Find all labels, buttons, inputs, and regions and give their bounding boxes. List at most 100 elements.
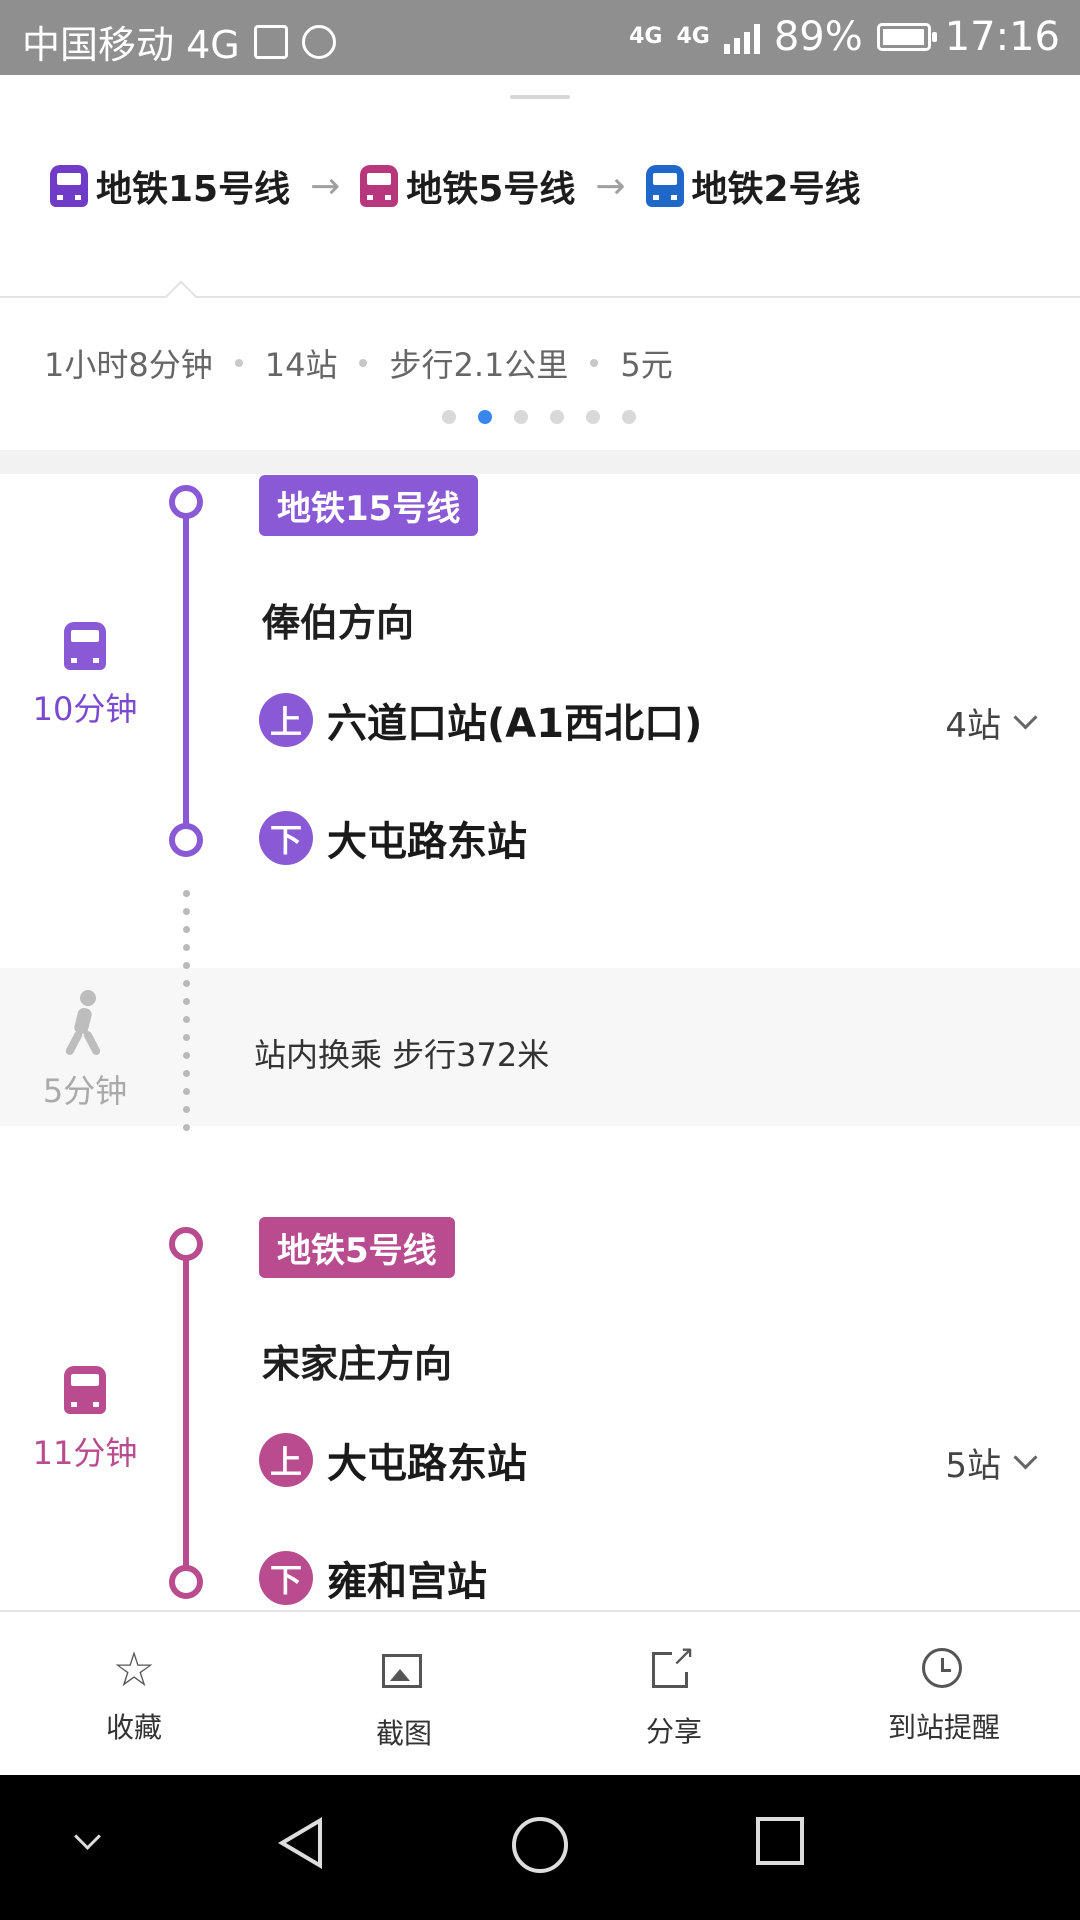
line-badge: 地铁15号线: [259, 475, 479, 536]
image-icon: [382, 1654, 426, 1698]
chevron-down-icon: [1013, 1445, 1038, 1470]
separator-dot: [590, 359, 599, 367]
boarding-station: 上 六道口站(A1西北口): [259, 691, 702, 749]
battery-percent: 89%: [773, 14, 863, 60]
image-notification-icon: [253, 24, 288, 59]
alighting-station: 下 大屯路东站: [259, 809, 527, 867]
station-node: [169, 1227, 203, 1261]
share-button[interactable]: 分享: [574, 1639, 774, 1750]
stop-count: 5站: [945, 1446, 1001, 1486]
line-badge: 地铁5号线: [259, 1217, 455, 1278]
fare: 5元: [620, 346, 673, 384]
walk-time: 5分钟: [15, 990, 155, 1112]
clock: 17:16: [944, 14, 1060, 60]
walk-time-label: 5分钟: [42, 1072, 128, 1110]
status-left: 中国移动 4G: [22, 14, 336, 69]
chevron-down-icon: [1013, 705, 1038, 730]
arrival-alert-label: 到站提醒: [887, 1711, 1000, 1744]
subway-icon: [64, 1366, 106, 1414]
subway-icon: [645, 165, 684, 207]
data-transfer-icon: [301, 24, 336, 59]
divider: [0, 296, 1080, 298]
recent-apps-icon[interactable]: [756, 1817, 804, 1865]
station-node: [169, 823, 203, 857]
arrival-alert-button[interactable]: 到站提醒: [844, 1648, 1044, 1746]
ride-time: 10分钟: [15, 622, 155, 730]
stops-expander[interactable]: 4站: [945, 698, 1038, 747]
station-node: [169, 1565, 203, 1599]
arrow-right-icon: →: [310, 165, 341, 207]
subway-icon: [360, 165, 399, 207]
status-bar: 中国移动 4G 4G 4G 89% 17:16: [0, 0, 1080, 75]
sheet-drag-handle[interactable]: [510, 95, 570, 99]
total-stops: 14站: [264, 346, 338, 384]
pager-dot[interactable]: [550, 410, 564, 424]
segment-line: [183, 1260, 189, 1584]
favorite-button[interactable]: ☆ 收藏: [34, 1642, 234, 1746]
ride-time-label: 11分钟: [32, 1434, 138, 1472]
station-node: [169, 485, 203, 519]
pager-dot[interactable]: [514, 410, 528, 424]
subway-icon: [50, 165, 88, 207]
pager-dot[interactable]: [622, 410, 636, 424]
system-nav-bar: [0, 1775, 1080, 1920]
stop-count: 4站: [945, 706, 1001, 746]
route-line-label: 地铁5号线: [406, 169, 576, 210]
screenshot-button[interactable]: 截图: [304, 1648, 504, 1752]
separator-dot: [359, 359, 368, 367]
route-line-label: 地铁2号线: [691, 169, 861, 210]
route-lines: 地铁15号线 → 地铁5号线 → 地铁2号线: [50, 160, 861, 212]
direction-label: 俸伯方向: [262, 601, 415, 645]
board-mark: 上: [259, 693, 313, 747]
total-duration: 1小时8分钟: [44, 346, 213, 384]
boarding-station: 上 大屯路东站: [259, 1431, 527, 1489]
arrow-right-icon: →: [595, 165, 626, 207]
home-icon[interactable]: [512, 1817, 568, 1873]
pager-dot-active[interactable]: [478, 410, 492, 424]
pager-dot[interactable]: [442, 410, 456, 424]
signal-icon: [723, 20, 760, 54]
route-line-chip: 地铁5号线: [360, 160, 575, 212]
favorite-label: 收藏: [105, 1711, 162, 1744]
separator-dot: [234, 359, 243, 367]
hide-nav-icon[interactable]: [74, 1823, 101, 1850]
carrier-label: 中国移动 4G: [22, 23, 240, 67]
alight-mark: 下: [259, 1551, 313, 1605]
tab-pointer: [165, 280, 197, 312]
subway-icon: [64, 622, 106, 670]
walk-distance: 步行2.1公里: [389, 346, 569, 384]
route-summary: 1小时8分钟 14站 步行2.1公里 5元: [44, 340, 673, 386]
alarm-clock-icon: [922, 1648, 966, 1692]
walk-dotted-line: [183, 890, 190, 1142]
share-icon: [652, 1639, 696, 1696]
share-label: 分享: [645, 1715, 702, 1748]
station-name: 六道口站(A1西北口): [327, 701, 703, 747]
star-icon: ☆: [112, 1642, 156, 1698]
transfer-text: 站内换乘 步行372米: [254, 1036, 550, 1074]
network-type-2: 4G: [676, 24, 710, 49]
alight-mark: 下: [259, 811, 313, 865]
station-name: 大屯路东站: [327, 1441, 527, 1487]
pager-dot[interactable]: [586, 410, 600, 424]
route-line-chip: 地铁15号线: [50, 160, 290, 212]
ride-time: 11分钟: [15, 1366, 155, 1474]
station-name: 大屯路东站: [327, 819, 527, 865]
walking-person-icon: [62, 990, 108, 1057]
ride-time-label: 10分钟: [32, 690, 138, 728]
battery-icon: [876, 23, 937, 51]
station-name: 雍和宫站: [327, 1559, 487, 1605]
section-gap: [0, 450, 1080, 474]
stops-expander[interactable]: 5站: [945, 1438, 1038, 1487]
alighting-station: 下 雍和宫站: [259, 1549, 487, 1607]
action-bar: ☆ 收藏 截图 分享 到站提醒: [0, 1610, 1080, 1777]
screenshot-label: 截图: [375, 1717, 432, 1750]
status-right: 4G 4G 89% 17:16: [629, 14, 1060, 60]
route-line-label: 地铁15号线: [96, 169, 291, 210]
back-icon-inner: [286, 1824, 318, 1862]
direction-label: 宋家庄方向: [262, 1342, 453, 1386]
route-line-chip: 地铁2号线: [645, 160, 861, 212]
segment-line: [183, 502, 189, 840]
network-type-1: 4G: [629, 24, 663, 49]
board-mark: 上: [259, 1433, 313, 1487]
route-pager[interactable]: [442, 410, 636, 424]
